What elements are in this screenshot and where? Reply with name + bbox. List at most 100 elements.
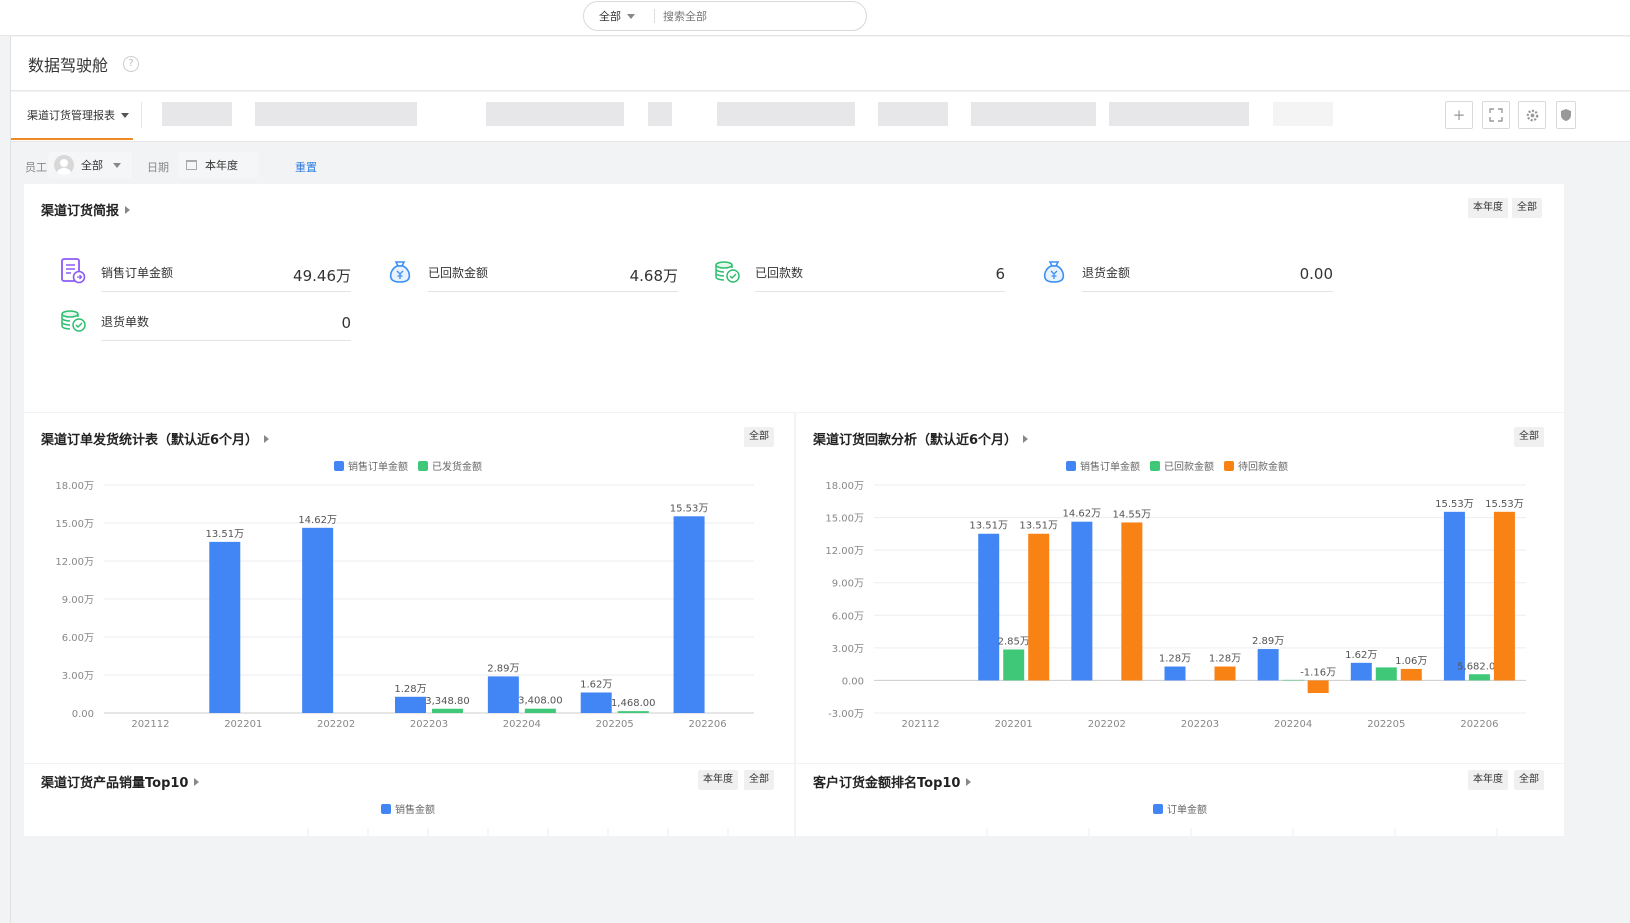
redacted-tab[interactable]	[878, 102, 948, 126]
data-label: 1,468.00	[611, 698, 656, 709]
page-title: 数据驾驶舱	[28, 56, 109, 75]
data-label: 1.06万	[1395, 656, 1427, 667]
product-top-title[interactable]: 渠道订货产品销量Top10	[41, 772, 200, 791]
bar	[395, 696, 426, 713]
add-tab-button[interactable]: +	[1445, 101, 1473, 129]
bar	[1400, 668, 1422, 681]
data-label: 2.89万	[1252, 636, 1284, 647]
y-tick-label: 18.00万	[55, 481, 94, 492]
shipment-bar-chart: 0.00 3.00万 6.00万 9.00万 12.00万 15.00万 18.00万 202…	[55, 481, 754, 730]
redacted-tab[interactable]	[717, 102, 855, 126]
data-label: 13.51万	[205, 529, 244, 540]
legend-label: 销售金额	[395, 805, 435, 816]
chip-all[interactable]: 全部	[744, 770, 774, 790]
product-top-title-text: 渠道订货产品销量Top10	[41, 776, 189, 791]
settings-button[interactable]	[1518, 101, 1546, 129]
x-tick-label: 202201	[995, 719, 1033, 730]
chart-grid-stub	[307, 828, 729, 836]
kpi-label: 销售订单金额	[101, 266, 174, 280]
x-tick-label: 202206	[688, 719, 726, 730]
search-scope-select[interactable]: 全部	[584, 2, 654, 30]
redacted-tab[interactable]	[162, 102, 232, 126]
bar	[432, 708, 463, 713]
data-label: 13.51万	[969, 521, 1008, 532]
calendar-icon	[186, 160, 197, 170]
shipment-chart-card: 渠道订单发货统计表（默认近6个月） 全部 销售订单金额 已发货金额 0.00 3.…	[24, 413, 794, 763]
kpi-value: 6	[995, 265, 1005, 283]
shipment-chart-title[interactable]: 渠道订单发货统计表（默认近6个月）	[41, 429, 270, 448]
payment-title-text: 渠道订货回款分析（默认近6个月）	[813, 433, 1018, 448]
x-tick-label: 202112	[901, 719, 939, 730]
legend-item[interactable]: 订单金额	[1153, 801, 1207, 816]
data-label: 15.53万	[1435, 499, 1474, 510]
bar	[1375, 667, 1397, 681]
bar	[1071, 521, 1093, 681]
divider	[755, 291, 1005, 292]
y-tick-label: 15.00万	[825, 514, 864, 525]
redacted-tab[interactable]	[255, 102, 417, 126]
customer-top-title[interactable]: 客户订货金额排名Top10	[813, 772, 972, 791]
bar	[978, 533, 1000, 681]
date-select-value: 本年度	[205, 159, 238, 172]
chip-all[interactable]: 全部	[1514, 427, 1544, 447]
page-header: 数据驾驶舱 ?	[11, 37, 1630, 91]
bar	[1282, 679, 1304, 681]
employee-select[interactable]: 全部	[48, 152, 132, 178]
date-select[interactable]: 本年度	[178, 152, 258, 178]
chip-this-year[interactable]: 本年度	[1468, 770, 1508, 790]
legend-item[interactable]: 销售金额	[381, 801, 435, 816]
coin-stack-check-icon	[61, 310, 86, 332]
bar	[1164, 666, 1186, 681]
x-tick-label: 202112	[131, 719, 169, 730]
caret-down-icon	[121, 112, 129, 118]
redacted-tab[interactable]	[1109, 102, 1249, 126]
y-tick-label: 6.00万	[832, 611, 864, 622]
reset-button[interactable]: 重置	[295, 159, 317, 175]
help-icon[interactable]: ?	[123, 56, 139, 72]
product-top-card: 渠道订货产品销量Top10 本年度 全部 销售金额	[24, 764, 794, 836]
kpi-label: 已回款数	[755, 266, 804, 280]
tab-channel-order-report[interactable]: 渠道订货管理报表	[11, 92, 133, 140]
chip-all[interactable]: 全部	[1512, 198, 1542, 218]
x-tick-label: 202203	[1181, 719, 1219, 730]
kpi-value: 0.00	[1299, 265, 1333, 283]
y-tick-label: 12.00万	[825, 546, 864, 557]
tab-label: 渠道订货管理报表	[27, 109, 115, 122]
data-label: 2.85万	[998, 636, 1030, 647]
chart-grid-stub	[986, 828, 1498, 836]
redacted-tab[interactable]	[1273, 102, 1333, 126]
global-search: 全部	[583, 1, 867, 31]
data-label: 1.62万	[580, 679, 612, 690]
data-label: 1.62万	[1345, 650, 1377, 661]
redacted-tab[interactable]	[648, 102, 672, 126]
redacted-tab[interactable]	[486, 102, 624, 126]
brief-card-title[interactable]: 渠道订货简报	[41, 200, 131, 219]
data-label: 14.62万	[298, 515, 337, 526]
shield-button[interactable]	[1556, 101, 1576, 129]
payment-chart-title[interactable]: 渠道订货回款分析（默认近6个月）	[813, 429, 1029, 448]
fullscreen-icon	[1489, 108, 1503, 122]
chip-all[interactable]: 全部	[744, 427, 774, 447]
y-tick-label: 12.00万	[55, 557, 94, 568]
y-tick-label: 6.00万	[62, 633, 94, 644]
data-label: 3,348.80	[425, 696, 470, 707]
chip-this-year[interactable]: 本年度	[1468, 198, 1508, 218]
customer-top-card: 客户订货金额排名Top10 本年度 全部 订单金额	[796, 764, 1564, 836]
chip-this-year[interactable]: 本年度	[698, 770, 738, 790]
avatar	[54, 155, 74, 175]
y-tick-label: 15.00万	[55, 519, 94, 530]
data-label: 3,408.00	[518, 696, 563, 707]
fullscreen-button[interactable]	[1482, 101, 1510, 129]
order-doc-icon	[61, 258, 86, 284]
bar	[209, 541, 241, 713]
top-bar: 全部	[0, 0, 1630, 36]
bar	[487, 676, 519, 713]
data-label: -1.16万	[1300, 667, 1336, 678]
y-tick-label: 18.00万	[825, 481, 864, 492]
money-bag-icon	[389, 261, 411, 283]
bar	[1121, 522, 1143, 681]
chip-all[interactable]: 全部	[1514, 770, 1544, 790]
redacted-tab[interactable]	[971, 102, 1096, 126]
data-label: 1.28万	[1209, 654, 1241, 665]
search-input[interactable]	[663, 9, 843, 23]
